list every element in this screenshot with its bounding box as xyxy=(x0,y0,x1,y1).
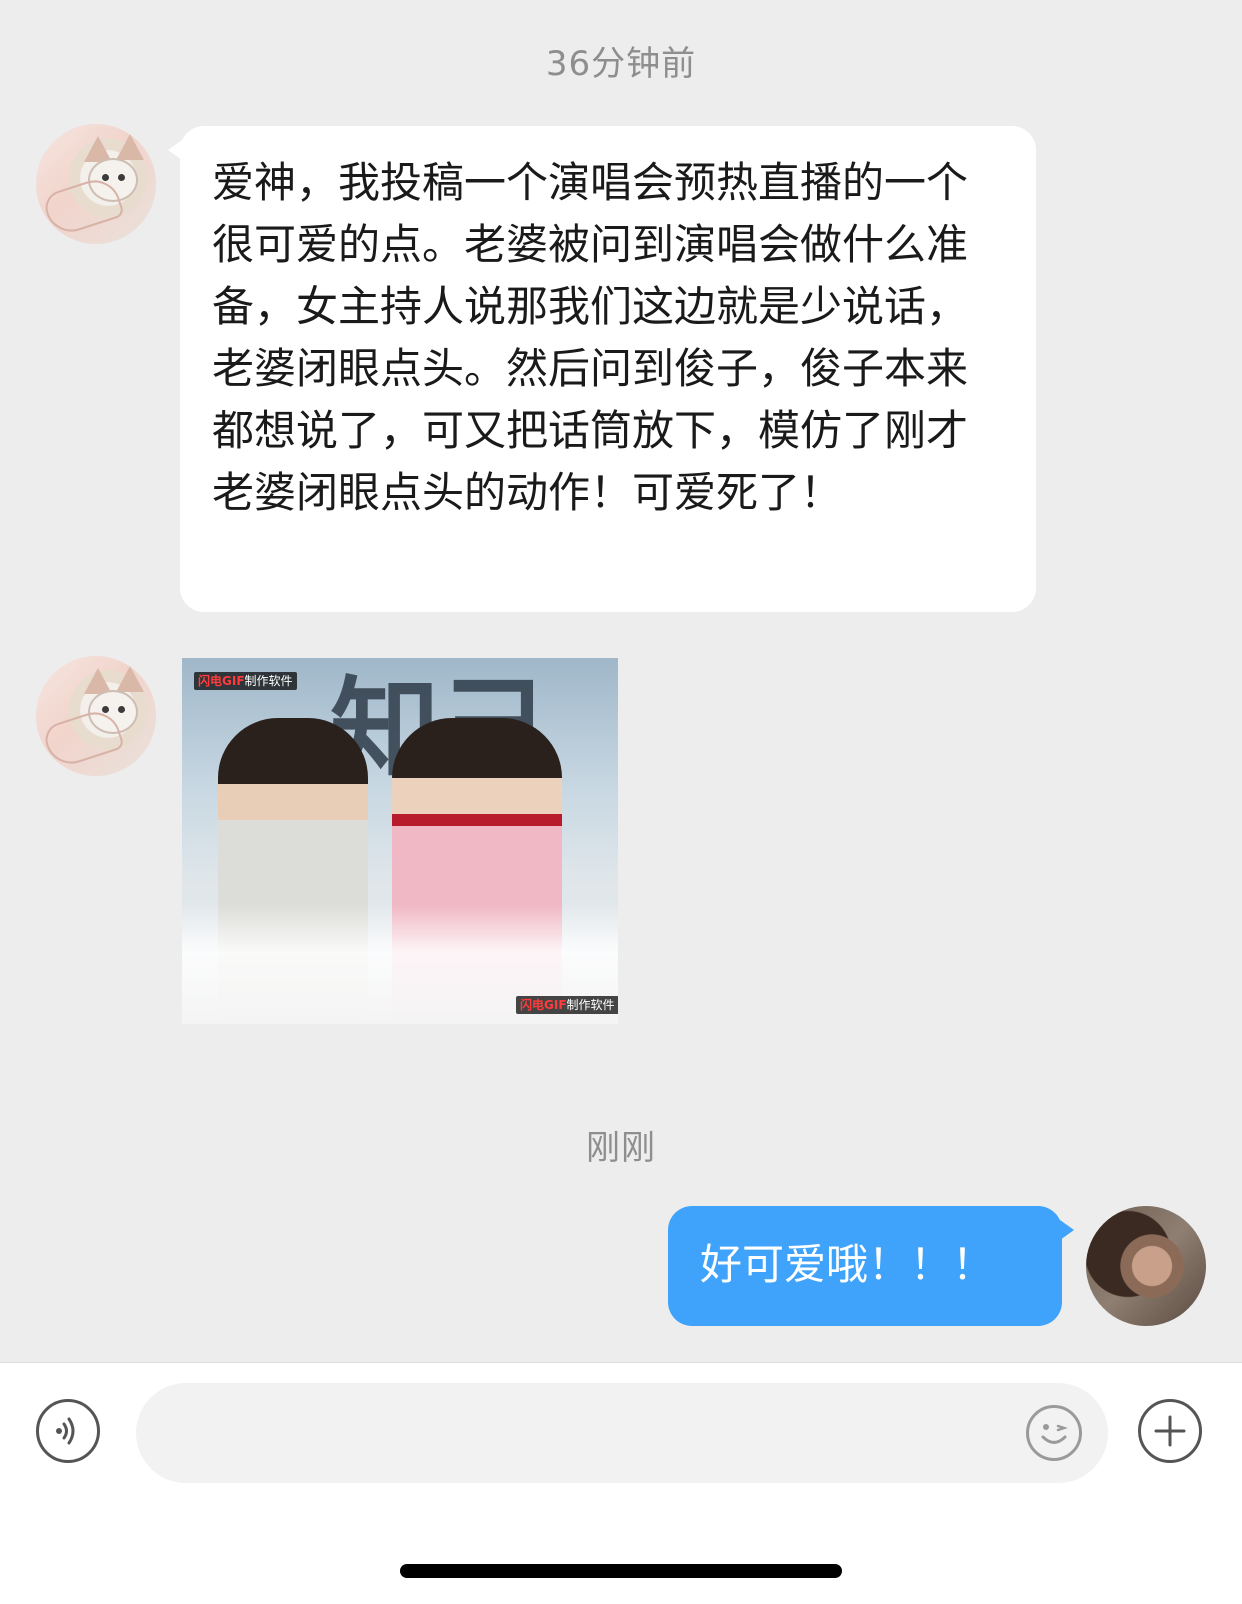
emoji-button[interactable] xyxy=(1026,1405,1082,1461)
message-gif-image[interactable]: 知己 闪电GIF制作软件 闪电GIF制作软件 xyxy=(182,658,618,1024)
timestamp: 刚刚 xyxy=(586,1128,656,1168)
home-indicator[interactable] xyxy=(400,1564,842,1578)
message-bubble-outgoing[interactable]: 好可爱哦！！！ xyxy=(668,1206,1074,1326)
timestamp: 36分钟前 xyxy=(545,44,697,84)
gif-watermark: 闪电GIF制作软件 xyxy=(194,672,297,690)
gif-watermark-brand: 闪电GIF xyxy=(520,998,567,1012)
gif-watermark-brand: 闪电GIF xyxy=(198,674,245,688)
contact-avatar[interactable] xyxy=(36,656,156,776)
message-bubble-incoming[interactable]: 爱神，我投稿一个演唱会预热直播的一个很可爱的点。老婆被问到演唱会做什么准备，女主… xyxy=(168,126,1036,612)
gif-watermark-text: 制作软件 xyxy=(566,998,615,1012)
message-input[interactable] xyxy=(136,1383,1108,1483)
gif-watermark: 闪电GIF制作软件 xyxy=(516,996,618,1014)
message-text: 爱神，我投稿一个演唱会预热直播的一个很可爱的点。老婆被问到演唱会做什么准备，女主… xyxy=(212,158,969,517)
plus-icon xyxy=(1154,1415,1186,1447)
gif-watermark-text: 制作软件 xyxy=(244,674,293,688)
emoji-icon xyxy=(1041,1424,1068,1444)
chat-area[interactable]: 36分钟前 爱神，我投稿一个演唱会预热直播的一个很可爱的点。老婆被问到演唱会做什… xyxy=(0,0,1242,1362)
voice-button[interactable] xyxy=(36,1399,100,1463)
add-button[interactable] xyxy=(1138,1399,1202,1463)
voice-icon xyxy=(56,1417,75,1445)
contact-avatar[interactable] xyxy=(36,124,156,244)
user-avatar[interactable] xyxy=(1086,1206,1206,1326)
avatar-art xyxy=(116,666,144,692)
message-text: 好可爱哦！！！ xyxy=(700,1240,995,1289)
avatar-art xyxy=(116,134,144,160)
